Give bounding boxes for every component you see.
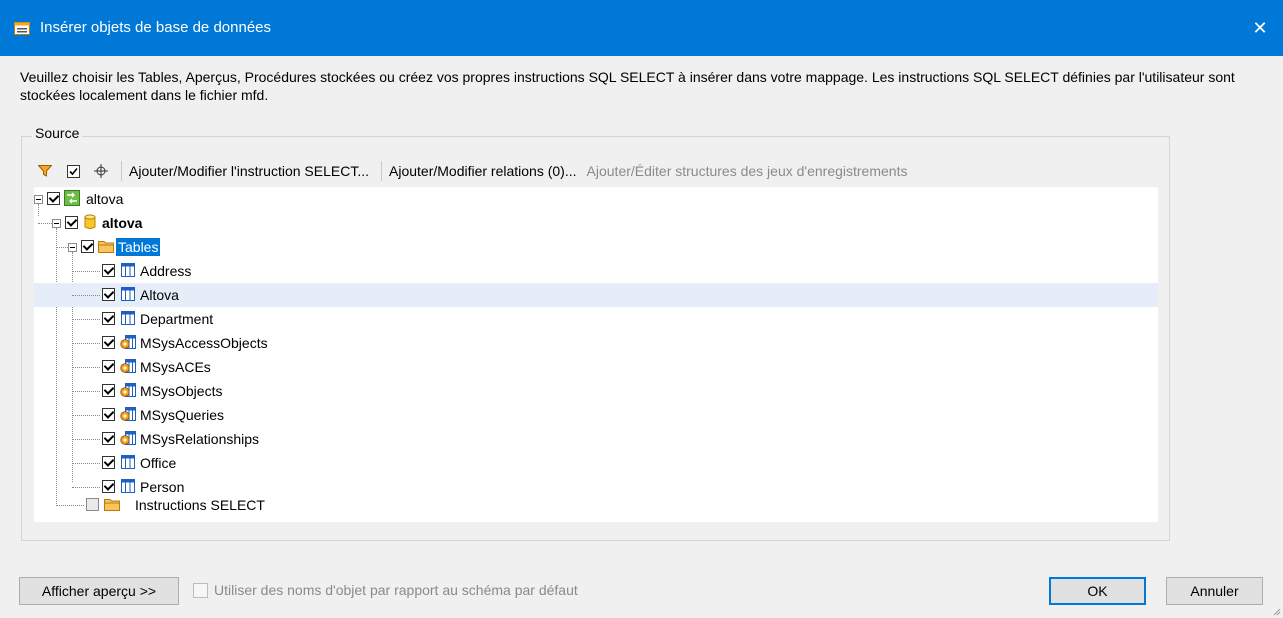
table-icon	[121, 263, 135, 277]
default-schema-option[interactable]: Utiliser des noms d'objet par rapport au…	[193, 582, 578, 598]
table-row[interactable]: MSysRelationships	[34, 427, 1158, 451]
close-icon: ✕	[1252, 17, 1268, 38]
tree-connector	[72, 319, 100, 320]
default-schema-label: Utiliser des noms d'objet par rapport au…	[214, 582, 578, 598]
tree-connector	[72, 271, 100, 272]
tree-connector	[72, 343, 100, 344]
tree-row-root[interactable]: altova	[34, 187, 1158, 211]
table-label: MSysAccessObjects	[140, 335, 268, 351]
folder-icon	[98, 241, 114, 253]
table-row[interactable]: MSysAccessObjects	[34, 331, 1158, 355]
root-label: altova	[86, 191, 124, 207]
cancel-button[interactable]: Annuler	[1166, 577, 1263, 605]
table-icon	[121, 287, 135, 301]
tree-connector	[72, 391, 100, 392]
database-checkbox[interactable]	[65, 216, 78, 229]
tree-connector	[72, 367, 100, 368]
root-checkbox[interactable]	[47, 192, 60, 205]
connection-icon	[64, 190, 80, 206]
tree-connector	[72, 295, 100, 296]
table-checkbox[interactable]	[102, 408, 115, 421]
window-title: Insérer objets de base de données	[40, 19, 271, 36]
add-select-statement-button[interactable]: Ajouter/Modifier l'instruction SELECT...	[129, 162, 369, 180]
table-checkbox[interactable]	[102, 360, 115, 373]
table-checkbox[interactable]	[102, 312, 115, 325]
table-checkbox[interactable]	[102, 480, 115, 493]
close-button[interactable]: ✕	[1237, 0, 1283, 56]
resize-grip-icon[interactable]	[1271, 606, 1281, 616]
default-schema-checkbox[interactable]	[193, 582, 208, 598]
table-checkbox[interactable]	[102, 288, 115, 301]
table-checkbox[interactable]	[102, 432, 115, 445]
folder-icon	[104, 499, 120, 511]
select-folder-label: Instructions SELECT	[135, 497, 265, 513]
filter-button[interactable]	[34, 160, 56, 182]
table-label: MSysRelationships	[140, 431, 260, 447]
toolbar-separator	[381, 161, 382, 181]
tables-checkbox[interactable]	[81, 240, 94, 253]
table-label: MSysObjects	[140, 383, 223, 399]
tree-connector	[72, 463, 100, 464]
system-table-icon	[120, 335, 136, 349]
database-label: altova	[102, 215, 143, 231]
database-object-tree[interactable]: altova altova Tables Address Altova Depart…	[34, 187, 1158, 522]
tree-connector	[72, 487, 100, 488]
table-icon	[121, 455, 135, 469]
tree-row-select-folder[interactable]: Instructions SELECT	[34, 493, 1158, 517]
table-row[interactable]: MSysQueries	[34, 403, 1158, 427]
source-group-label: Source	[32, 124, 83, 142]
table-label: MSysACEs	[140, 359, 211, 375]
table-row[interactable]: Office	[34, 451, 1158, 475]
collapse-toggle[interactable]	[52, 219, 61, 228]
system-table-icon	[120, 407, 136, 421]
show-checked-button[interactable]	[62, 160, 84, 182]
add-recordset-structures-button[interactable]: Ajouter/Éditer structures des jeux d'enr…	[587, 162, 908, 180]
checkbox-icon	[66, 164, 80, 178]
instructions-text: Veuillez choisir les Tables, Aperçus, Pr…	[20, 69, 1235, 103]
collapse-toggle[interactable]	[68, 243, 77, 252]
ok-button[interactable]: OK	[1049, 577, 1146, 605]
source-toolbar: Ajouter/Modifier l'instruction SELECT...…	[34, 158, 1158, 184]
tree-row-database[interactable]: altova	[34, 211, 1158, 235]
locate-button[interactable]	[90, 160, 112, 182]
system-table-icon	[120, 383, 136, 397]
table-row[interactable]: MSysObjects	[34, 379, 1158, 403]
table-checkbox[interactable]	[102, 336, 115, 349]
title-bar: Insérer objets de base de données ✕	[0, 0, 1283, 56]
crosshair-icon	[94, 164, 108, 178]
add-relations-button[interactable]: Ajouter/Modifier relations (0)...	[389, 162, 577, 180]
table-icon	[121, 311, 135, 325]
table-label: Office	[140, 455, 177, 471]
table-label: MSysQueries	[140, 407, 225, 423]
table-label: Department	[140, 311, 214, 327]
table-icon	[121, 479, 135, 493]
database-icon	[84, 214, 96, 229]
tree-connector	[72, 439, 100, 440]
table-label: Altova	[140, 287, 179, 303]
collapse-toggle[interactable]	[34, 195, 43, 204]
system-table-icon	[120, 431, 136, 445]
select-folder-checkbox[interactable]	[86, 498, 99, 511]
toolbar-separator	[121, 161, 122, 181]
app-icon	[14, 22, 30, 35]
tree-connector	[72, 415, 100, 416]
table-row[interactable]: Address	[34, 259, 1158, 283]
table-label: Address	[140, 263, 192, 279]
filter-icon	[38, 165, 52, 177]
table-row[interactable]: MSysACEs	[34, 355, 1158, 379]
table-checkbox[interactable]	[102, 384, 115, 397]
table-row[interactable]: Department	[34, 307, 1158, 331]
table-row[interactable]: Altova	[34, 283, 1158, 307]
table-checkbox[interactable]	[102, 264, 115, 277]
tables-label: Tables	[116, 238, 161, 256]
system-table-icon	[120, 359, 136, 373]
show-preview-button[interactable]: Afficher aperçu >>	[19, 577, 179, 605]
table-checkbox[interactable]	[102, 456, 115, 469]
tree-row-tables-folder[interactable]: Tables	[34, 235, 1158, 259]
